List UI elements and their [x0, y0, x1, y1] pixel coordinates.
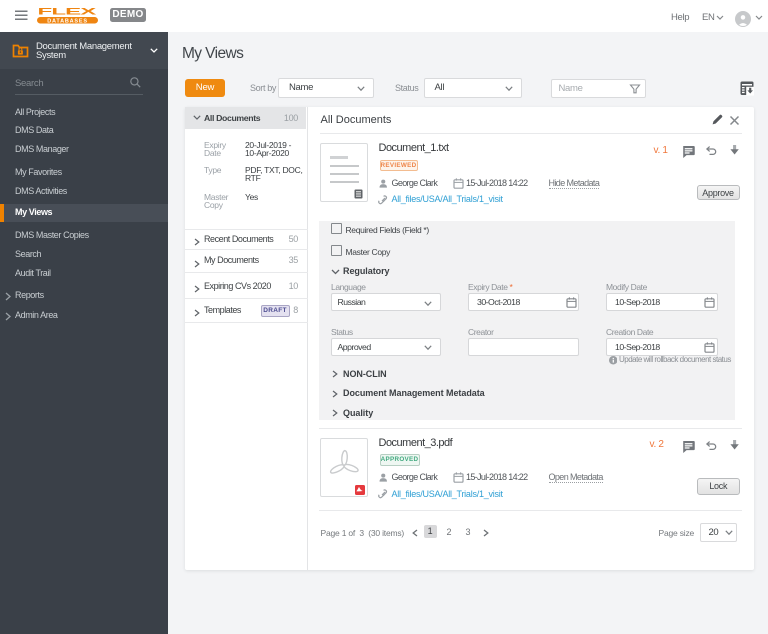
svg-text:FLEX: FLEX — [38, 7, 99, 18]
svg-text:DATABASES: DATABASES — [47, 18, 88, 24]
